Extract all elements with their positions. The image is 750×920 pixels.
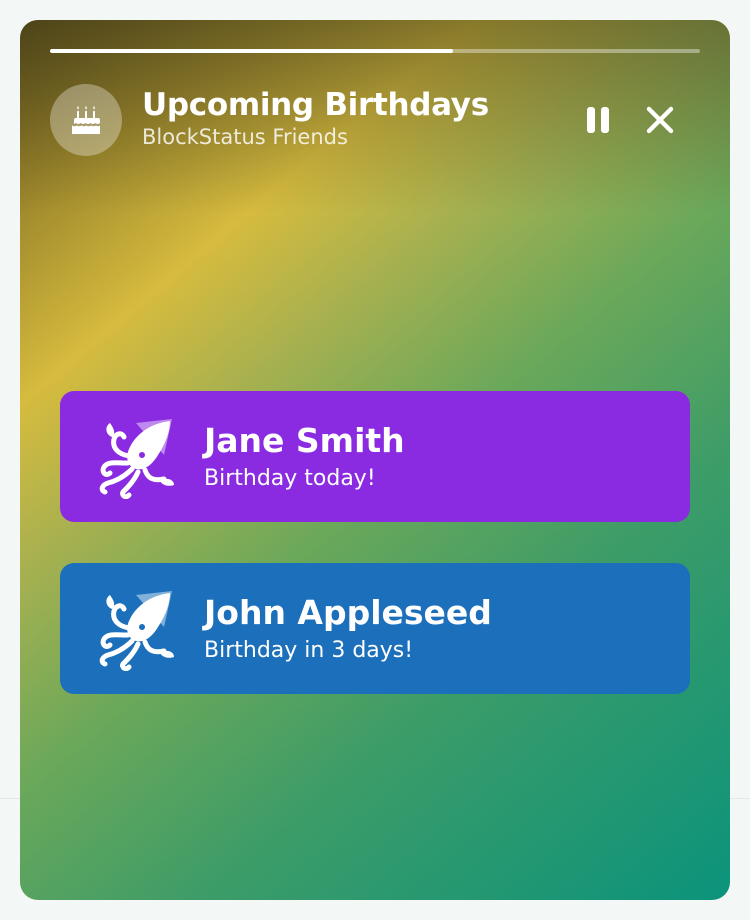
birthday-detail: Birthday today! [204,466,376,491]
story-progress-bar [50,49,700,53]
birthday-name: Jane Smith [204,421,405,460]
squid-icon [99,591,174,671]
story-header: Upcoming Birthdays BlockStatus Friends [50,84,700,156]
close-button[interactable] [642,102,678,138]
birthday-row-jane-smith[interactable]: Jane Smith Birthday today! [60,391,690,522]
story-subtitle: BlockStatus Friends [142,125,348,149]
birthday-cake-avatar [50,84,122,156]
pause-icon [587,107,609,133]
story-title: Upcoming Birthdays [142,87,489,123]
story-card[interactable]: Upcoming Birthdays BlockStatus Friends J… [20,20,730,900]
birthday-name: John Appleseed [204,593,492,632]
birthday-row-john-appleseed[interactable]: John Appleseed Birthday in 3 days! [60,563,690,694]
story-header-text: Upcoming Birthdays BlockStatus Friends [142,86,489,150]
story-progress-fill [50,49,453,53]
squid-icon [99,419,174,499]
close-icon [646,106,674,134]
birthday-detail: Birthday in 3 days! [204,638,414,663]
birthday-cake-icon [72,106,100,134]
pause-button[interactable] [580,102,616,138]
birthday-list: Jane Smith Birthday today! John Applesee… [60,391,690,735]
